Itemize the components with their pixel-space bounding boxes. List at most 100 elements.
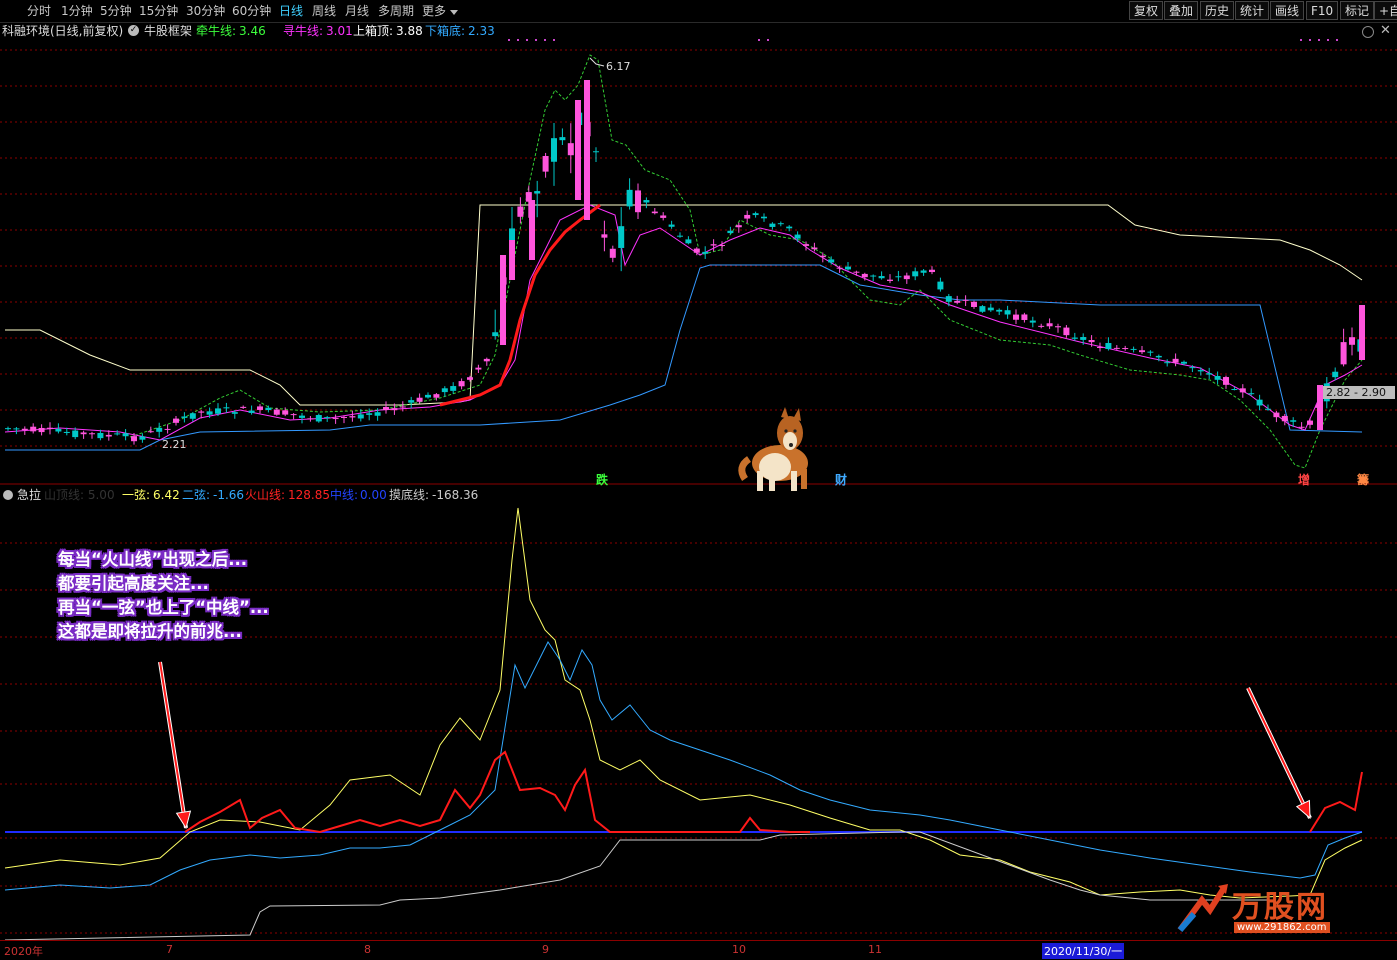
candle [1214,375,1221,380]
candle [307,418,314,420]
candle [618,226,625,248]
candle [1340,342,1347,365]
candle [752,213,759,216]
candle [853,271,860,273]
candle [1080,337,1087,340]
candle [1055,326,1061,328]
top-dot [1309,39,1311,41]
candle [643,200,650,203]
candle [265,407,272,411]
xaxis-selected-date[interactable]: 2020/11/30/一 [1042,943,1125,959]
dog-illustration [738,407,808,491]
candle [47,427,53,429]
candle [80,432,87,435]
candle [651,211,658,214]
candle [509,240,515,280]
yixian-label: 一弦: [122,488,151,502]
candle [299,415,305,418]
candle [971,301,977,307]
candle [1155,355,1162,358]
candle [1290,420,1297,422]
callout-line-2: 都要引起高度关注... [58,574,209,593]
candle [30,426,37,432]
candle [492,332,499,337]
watermark-url: www.291862.com [1234,922,1330,933]
xaxis-label: 11 [868,943,882,956]
candle [475,367,482,370]
candle [1223,377,1229,385]
candle [425,394,431,398]
xaxis-label: 2020年 [4,945,43,958]
candle [601,234,608,238]
candle [1147,351,1154,353]
candle [441,388,448,393]
date-axis: 2020年 7 8 9 10 11 2020/11/30/一 [0,940,1397,960]
chart-canvas[interactable] [0,0,1397,940]
candle [189,413,196,419]
candle [719,245,725,247]
candle [366,413,373,415]
candle [374,412,381,416]
candle [962,299,969,301]
candle [273,409,280,415]
candle [828,259,835,263]
candle [1181,361,1187,364]
volcano-line [184,750,810,834]
candle [500,255,506,345]
candle [5,428,11,430]
candle [811,247,818,250]
candle [685,239,692,244]
candle [1256,399,1263,406]
candle [1063,327,1070,336]
candle [1164,362,1171,364]
xaxis-label: 8 [364,943,371,956]
annotation-callout: 每当“火山线”出现之后... 都要引起高度关注... 再当“一弦”也上了“中线”… [58,548,269,644]
candle [786,226,793,229]
candle [1197,370,1204,372]
candle [38,427,45,433]
candle [542,156,549,172]
settings-circle-icon[interactable] [3,490,13,500]
candle [769,223,776,227]
candle [710,244,717,246]
candle [467,377,473,380]
candle [836,267,843,269]
candle [567,143,574,156]
erxian-line [4,641,1363,891]
faded-label: 山顶线: 5.00 [44,488,115,502]
candle [290,414,297,416]
bottom-line-label: 摸底线: [389,488,430,502]
candle [1029,320,1036,323]
candle [517,206,524,217]
midline-value: 0.00 [360,488,387,502]
candle [1332,371,1339,378]
candle [668,224,675,227]
candle [324,417,331,419]
candle [89,433,95,435]
erxian-value: -1.66 [213,488,245,502]
candle [727,230,734,234]
candle [1273,412,1280,418]
candle [1359,305,1365,360]
xaxis-label: 9 [542,943,549,956]
top-dot [535,39,537,41]
candle [626,189,633,207]
candle [945,296,952,302]
price-range-tag: 2.82 - 2.90 [1323,386,1395,399]
candle [744,214,751,219]
candle [912,271,919,277]
candle [1231,389,1238,391]
candle [702,251,709,254]
candle [1097,346,1103,348]
candle [1349,337,1355,345]
candle [870,275,877,277]
annotation-arrows [158,661,1312,830]
sub-indicator-name[interactable]: 急拉 [17,487,41,503]
candle [635,190,641,213]
candle [954,300,961,303]
candle [559,137,566,141]
candle [761,216,767,219]
candle [114,433,121,435]
candle [1113,347,1120,349]
candle [987,307,994,311]
